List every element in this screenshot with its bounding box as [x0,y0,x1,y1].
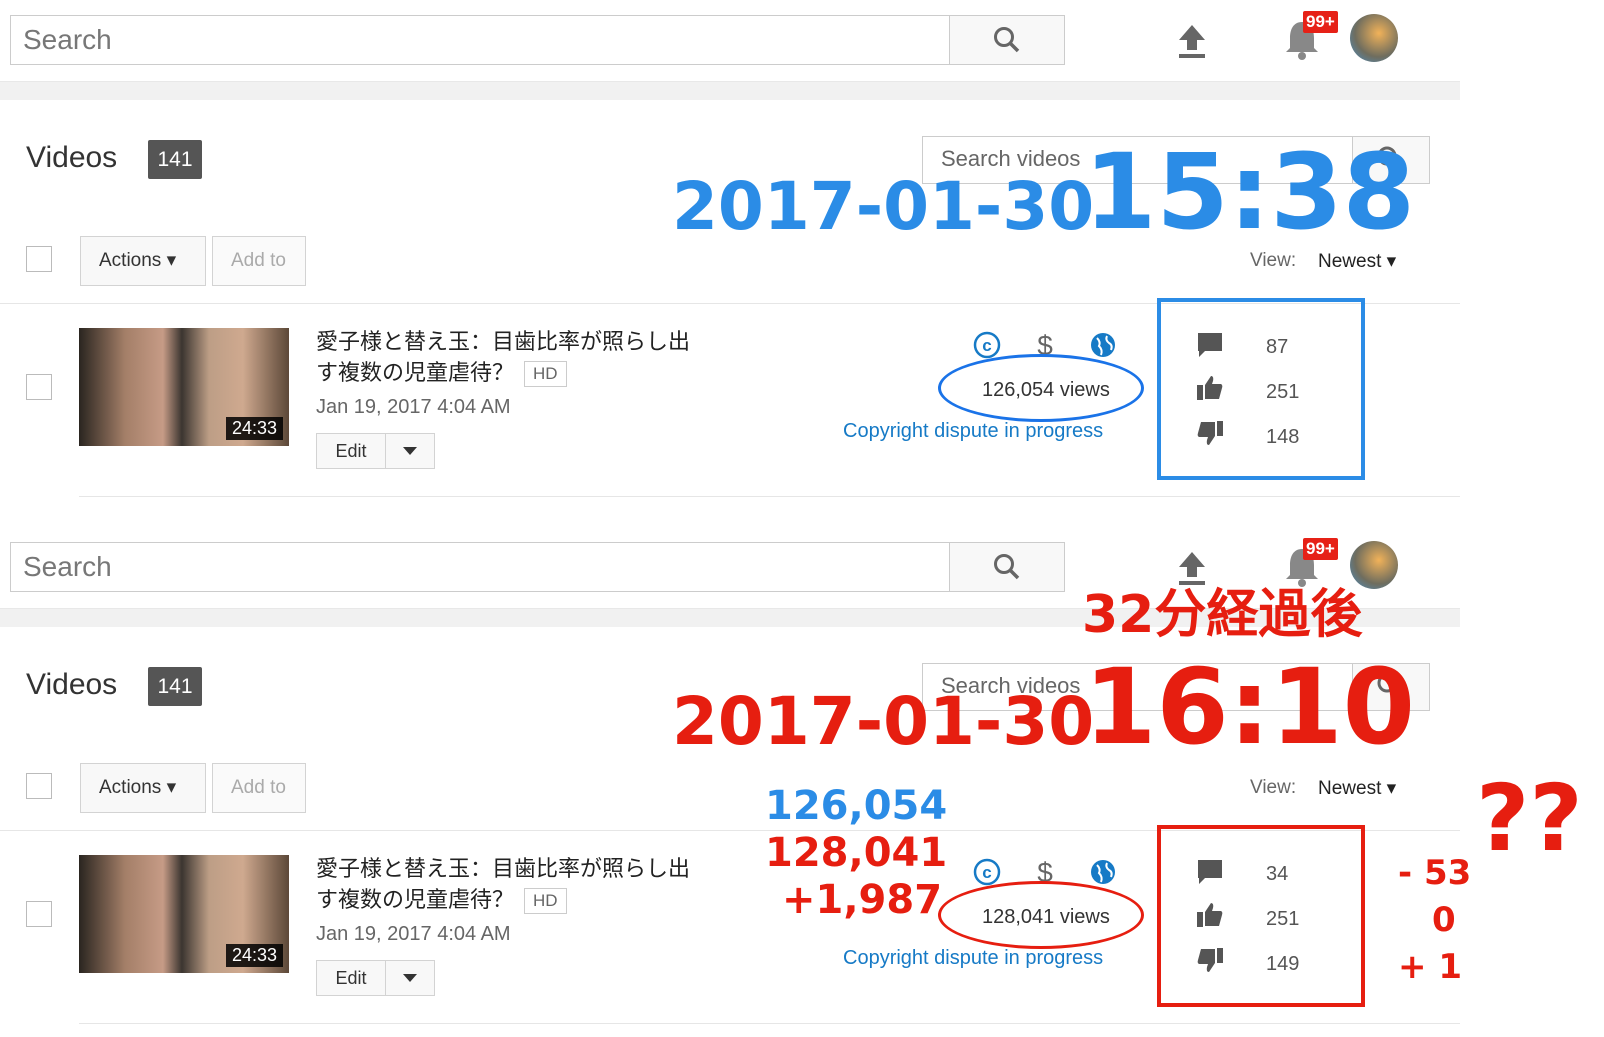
public-globe-icon[interactable] [1088,857,1118,887]
video-thumbnail[interactable]: 24:33 [79,855,289,973]
actions-button[interactable]: Actions ▾ [80,763,206,813]
hd-badge: HD [524,888,567,915]
search-input[interactable]: Search [10,15,950,65]
views-highlight-circle [938,354,1144,422]
actions-button[interactable]: Actions ▾ [80,236,206,286]
row-divider [79,496,1460,497]
add-to-button[interactable]: Add to [212,236,306,286]
dislike-count: 148 [1266,426,1300,448]
edit-button-group[interactable]: Edit [316,433,435,469]
panel-before: Search 99+ Videos 141 Search videos Acti… [0,0,1604,510]
public-globe-icon[interactable] [1088,330,1118,360]
sort-value: Newest [1318,778,1382,799]
edit-button-group[interactable]: Edit [316,960,435,996]
video-date: Jan 19, 2017 4:04 AM [316,923,511,945]
annotation-elapsed: 32分経過後 [1082,585,1363,645]
add-to-button[interactable]: Add to [212,763,306,813]
svg-text:c: c [982,863,991,882]
page-title: Videos [26,668,118,701]
avatar[interactable] [1350,14,1398,62]
upload-icon[interactable] [1175,549,1209,587]
caret-down-icon[interactable] [386,434,434,468]
video-date: Jan 19, 2017 4:04 AM [316,396,511,418]
comment-count: 34 [1266,863,1289,885]
page-title: Videos [26,141,118,174]
hd-badge: HD [524,361,567,388]
search-button[interactable] [950,542,1065,592]
panel-after: Search 99+ Videos 141 Search videos Acti… [0,527,1604,1037]
annotation-views-diff: +1,987 [782,877,943,923]
stats-highlight-box [1157,298,1365,480]
thumbs-down-icon [1197,948,1223,972]
thumbs-up-icon [1197,903,1223,927]
caret-down-icon: ▾ [166,250,177,271]
caret-down-icon: ▾ [1386,778,1397,799]
select-all-checkbox[interactable] [26,246,52,272]
stats-highlight-box [1157,825,1365,1007]
caret-down-icon: ▾ [1386,251,1397,272]
video-thumbnail[interactable]: 24:33 [79,328,289,446]
divider-band [0,82,1460,100]
sort-value: Newest [1318,251,1382,272]
notification-badge: 99+ [1303,538,1338,560]
view-label: View: [1250,250,1297,271]
annotation-time: 16:10 [1084,646,1416,768]
views-highlight-circle [938,881,1144,949]
copyright-dispute-link[interactable]: Copyright dispute in progress [843,947,1103,970]
annotation-views-before: 126,054 [765,783,948,829]
like-count: 251 [1266,381,1300,403]
masthead: Search 99+ [0,0,1460,82]
copyright-icon[interactable]: c [972,330,1002,360]
search-icon [994,27,1020,53]
video-row-checkbox[interactable] [26,374,52,400]
annotation-comments-diff: - 53 [1398,853,1472,893]
caret-down-icon[interactable] [386,961,434,995]
annotation-date: 2017-01-30 [672,168,1095,245]
notification-badge: 99+ [1303,11,1338,33]
select-all-checkbox[interactable] [26,773,52,799]
avatar[interactable] [1350,541,1398,589]
search-input[interactable]: Search [10,542,950,592]
edit-button[interactable]: Edit [317,434,386,468]
caret-down-icon: ▾ [166,777,177,798]
video-duration: 24:33 [225,944,283,967]
edit-button[interactable]: Edit [317,961,386,995]
annotation-dislikes-diff: + 1 [1398,947,1462,987]
video-title-text: 愛子様と替え玉：目歯比率が照らし出す複数の児童虐待？ [316,856,691,912]
actions-label: Actions [99,777,162,798]
copyright-icon[interactable]: c [972,857,1002,887]
search-button[interactable] [950,15,1065,65]
copyright-dispute-link[interactable]: Copyright dispute in progress [843,420,1103,443]
dislike-count: 149 [1266,953,1300,975]
actions-label: Actions [99,250,162,271]
video-row-checkbox[interactable] [26,901,52,927]
annotation-likes-diff: 0 [1432,900,1456,940]
comment-count: 87 [1266,336,1289,358]
video-title[interactable]: 愛子様と替え玉：目歯比率が照らし出す複数の児童虐待？ HD [316,853,696,915]
thumbs-down-icon [1197,421,1223,445]
row-divider [79,1023,1460,1024]
video-count-badge: 141 [148,140,202,179]
annotation-question-marks: ?? [1476,765,1583,872]
view-label: View: [1250,777,1297,798]
annotation-date: 2017-01-30 [672,683,1095,760]
annotation-time: 15:38 [1084,131,1416,253]
video-title-text: 愛子様と替え玉：目歯比率が照らし出す複数の児童虐待？ [316,329,691,385]
thumbs-up-icon [1197,376,1223,400]
sort-dropdown[interactable]: Newest ▾ [1318,777,1396,800]
comment-icon [1198,860,1222,884]
comment-icon [1198,333,1222,357]
search-icon [994,554,1020,580]
video-duration: 24:33 [225,417,283,440]
sort-dropdown[interactable]: Newest ▾ [1318,250,1396,273]
video-title[interactable]: 愛子様と替え玉：目歯比率が照らし出す複数の児童虐待？ HD [316,326,696,388]
upload-icon[interactable] [1175,22,1209,60]
like-count: 251 [1266,908,1300,930]
video-count-badge: 141 [148,667,202,706]
annotation-views-after: 128,041 [765,830,948,876]
svg-text:c: c [982,336,991,355]
